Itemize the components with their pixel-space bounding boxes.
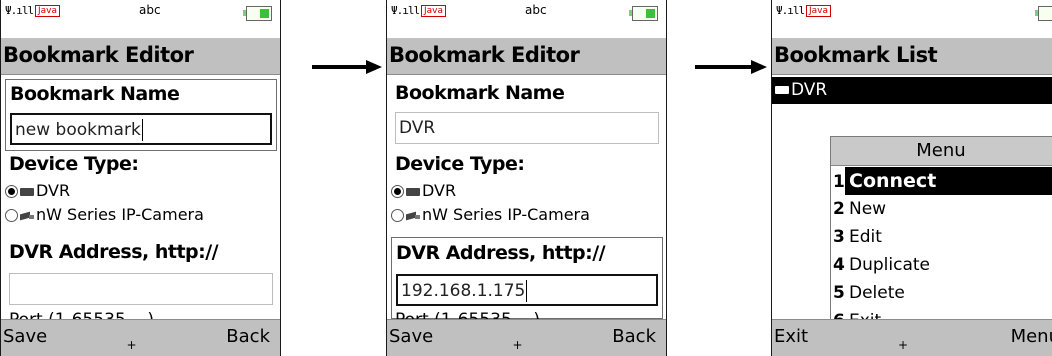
phone-screen-bookmark-editor-1: Ψ.ıll Java abc Bookmark Editor Bookmark … [0,0,281,356]
input-mode-indicator: abc [139,3,161,17]
device-type-group: Device Type: DVR nW Series IP-Camera [5,153,277,233]
text-caret [526,280,528,302]
radio-selected-icon [391,185,404,198]
screen-title: Bookmark Editor [3,43,194,67]
softkey-save[interactable]: Save [3,326,47,347]
dvr-address-input[interactable] [9,273,273,305]
menu-item-edit[interactable]: 3 Edit [833,223,1052,251]
soft-key-bar: Save + Back [387,319,666,356]
menu-item-duplicate[interactable]: 4 Duplicate [833,251,1052,279]
camera-icon [406,211,420,220]
bookmark-list-item-dvr[interactable]: DVR [772,77,1052,104]
menu-item-delete[interactable]: 5 Delete [833,279,1052,307]
dvr-icon [775,86,789,94]
bookmark-name-label: Bookmark Name [395,82,565,104]
menu-item-label: Edit [849,227,882,247]
softkey-exit[interactable]: Exit [774,326,808,347]
menu-item-number: 4 [833,255,845,275]
bookmark-name-value: new bookmark [15,120,141,140]
menu-title: Menu [831,137,1052,166]
bookmark-name-value: DVR [399,118,436,138]
status-bar: Ψ.ıll Java abc [1,0,280,38]
radio-selected-icon [5,185,18,198]
soft-key-bar: Exit + Menu [772,319,1052,356]
radio-unselected-icon [5,209,18,222]
radio-option-ip-camera[interactable]: nW Series IP-Camera [5,205,204,224]
bookmark-name-group: Bookmark Name new bookmark [5,79,277,151]
bookmark-name-label: Bookmark Name [10,83,180,105]
phone-screen-bookmark-editor-2: Ψ.ıll Java abc Bookmark Editor Bookmark … [386,0,667,356]
select-key-icon[interactable]: + [513,338,523,352]
text-caret [141,119,143,141]
menu-item-label: Connect [845,167,1052,195]
dvr-address-label: DVR Address, http:// [9,241,219,263]
menu-item-number: 3 [833,227,845,247]
options-menu: Menu 1 Connect 2 New 3 Edit 4 Duplicate 5 Del… [830,136,1052,324]
menu-item-number: 1 [833,172,845,192]
form-content: Bookmark Name new bookmark Device Type: … [1,75,280,320]
battery-icon [629,6,658,21]
signal-strength-icon: Ψ.ıll [776,4,805,17]
java-badge: Java [806,5,832,17]
dvr-address-input[interactable]: 192.168.1.175 [396,274,658,306]
radio-option-dvr[interactable]: DVR [5,181,70,200]
menu-item-new[interactable]: 2 New [833,195,1052,223]
device-type-group: Device Type: DVR nW Series IP-Camera [391,153,663,233]
device-type-label: Device Type: [395,153,525,175]
signal-strength-icon: Ψ.ıll [391,4,420,17]
menu-item-number: 5 [833,283,845,303]
screen-title: Bookmark Editor [389,43,580,67]
option-label: DVR [422,181,457,200]
bookmark-name-input[interactable]: DVR [395,112,659,144]
soft-key-bar: Save + Back [1,319,280,356]
dvr-address-value: 192.168.1.175 [401,281,526,301]
menu-item-label: New [849,199,887,219]
menu-item-label: Delete [849,283,905,303]
phone-screen-bookmark-list: Ψ.ıll Java Bookmark List DVR Menu 1 Conne… [771,0,1052,356]
menu-item-number: 2 [833,199,845,219]
menu-item-label: Duplicate [849,255,930,275]
java-badge: Java [35,5,61,17]
option-label: nW Series IP-Camera [422,205,590,224]
flow-arrow-icon [312,60,382,74]
camera-icon [20,211,34,220]
menu-item-connect[interactable]: 1 Connect [833,167,1052,195]
form-content: Bookmark Name DVR Device Type: DVR nW Se… [387,75,666,320]
softkey-back[interactable]: Back [612,326,656,347]
dvr-address-group: DVR Address, http:// [5,237,277,317]
battery-icon [243,6,272,21]
softkey-save[interactable]: Save [389,326,433,347]
dvr-icon [406,187,420,196]
radio-option-dvr[interactable]: DVR [391,181,456,200]
bookmark-name-group: Bookmark Name DVR [391,79,663,149]
dvr-address-label: DVR Address, http:// [396,242,606,264]
device-type-label: Device Type: [9,153,139,175]
radio-unselected-icon [391,209,404,222]
dvr-address-group: DVR Address, http:// 192.168.1.175 [391,237,663,319]
java-badge: Java [421,5,447,17]
bookmark-name-input[interactable]: new bookmark [10,113,272,145]
battery-icon [1035,6,1052,21]
status-bar: Ψ.ıll Java [772,0,1052,38]
softkey-back[interactable]: Back [226,326,270,347]
radio-option-ip-camera[interactable]: nW Series IP-Camera [391,205,590,224]
option-label: nW Series IP-Camera [36,205,204,224]
softkey-menu[interactable]: Menu [1011,326,1052,347]
input-mode-indicator: abc [525,3,547,17]
option-label: DVR [36,181,71,200]
title-bar: Bookmark List [772,38,1052,75]
title-bar: Bookmark Editor [387,38,666,75]
list-item-label: DVR [791,80,828,100]
screen-title: Bookmark List [774,43,938,67]
status-bar: Ψ.ıll Java abc [387,0,666,38]
title-bar: Bookmark Editor [1,38,280,75]
select-key-icon[interactable]: + [898,338,908,352]
flow-arrow-icon [695,60,767,74]
dvr-icon [20,187,34,196]
signal-strength-icon: Ψ.ıll [5,4,34,17]
select-key-icon[interactable]: + [127,338,137,352]
